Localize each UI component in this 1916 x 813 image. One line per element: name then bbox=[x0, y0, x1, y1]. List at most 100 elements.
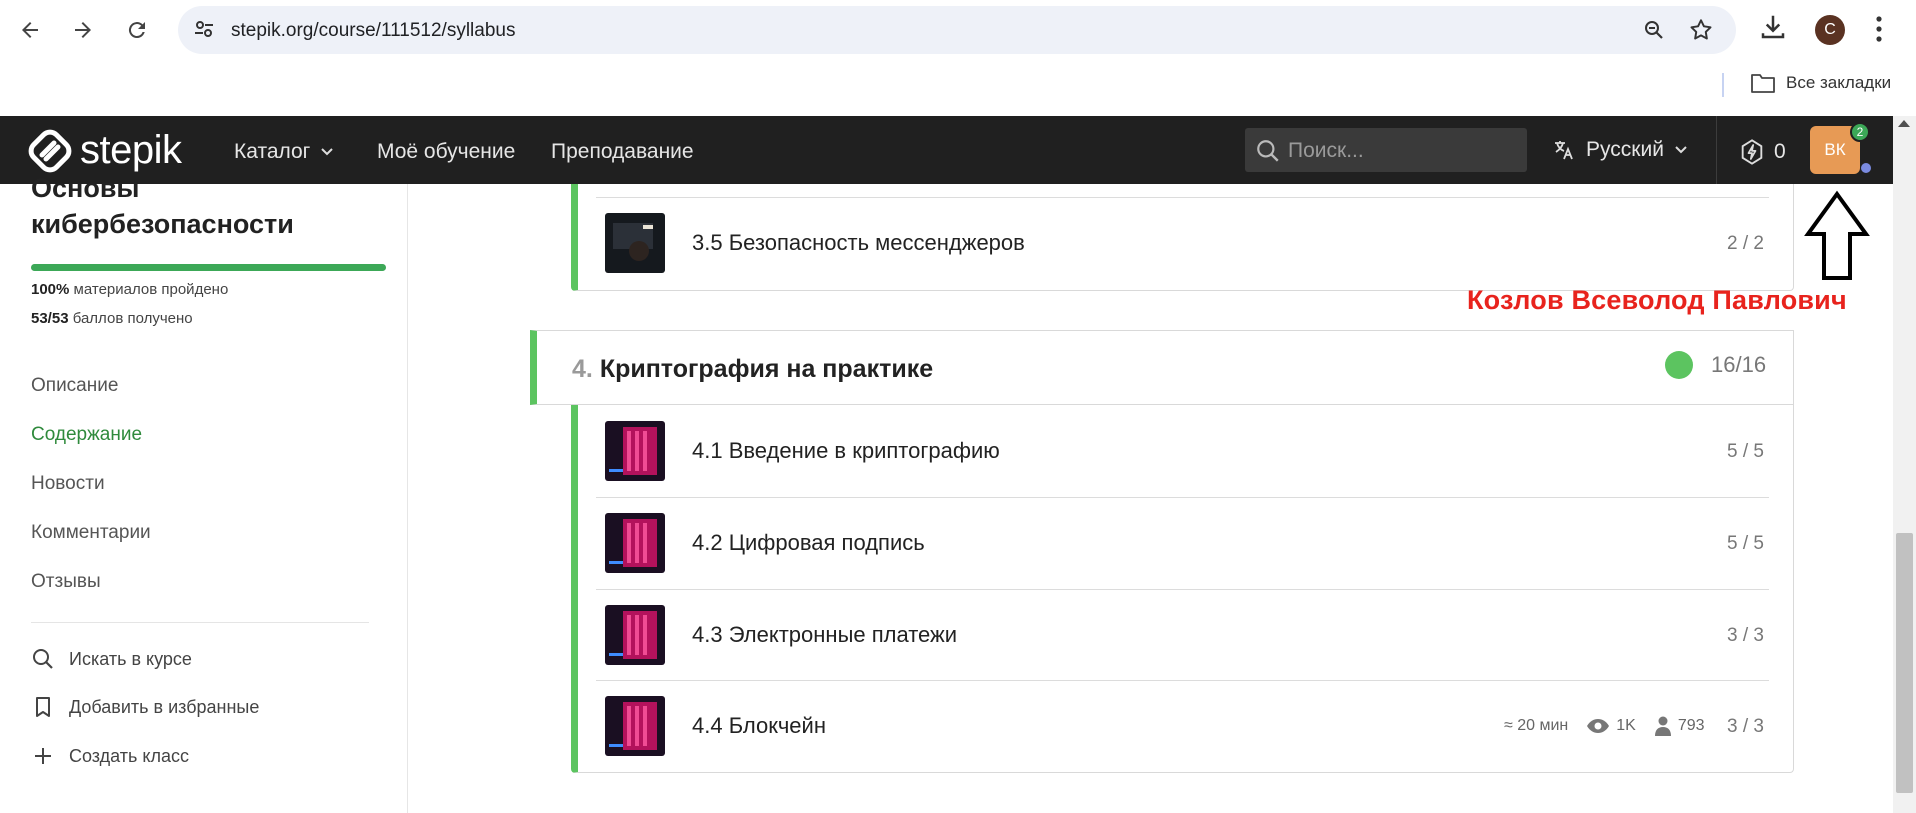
module-4-header[interactable]: 4. Криптография на практике 16/16 bbox=[530, 330, 1794, 405]
lesson-score: 5 / 5 bbox=[1727, 441, 1764, 462]
lesson-row[interactable]: 4.2 Цифровая подпись bbox=[605, 513, 925, 573]
eye-icon bbox=[1587, 719, 1610, 733]
course-progress-fill bbox=[31, 264, 386, 271]
scrollbar-thumb[interactable] bbox=[1896, 533, 1913, 793]
download-icon[interactable] bbox=[1758, 12, 1788, 47]
lesson-learners-count: 793 bbox=[1677, 717, 1705, 734]
search-placeholder: Поиск... bbox=[1288, 139, 1364, 162]
back-button[interactable] bbox=[10, 10, 50, 50]
teaching-link[interactable]: Преподавание bbox=[551, 140, 694, 164]
lesson-meta: ≈ 20 мин 1K 793 bbox=[1504, 716, 1705, 736]
lesson-title[interactable]: 4.3 Электронные платежи bbox=[692, 622, 957, 648]
browser-chrome: stepik.org/course/111512/syllabus С Все … bbox=[0, 0, 1916, 116]
course-title: Основы кибербезопасности bbox=[31, 173, 294, 239]
module-number: 4. bbox=[572, 355, 593, 383]
bookmark-icon bbox=[36, 697, 50, 717]
create-class-label: Создать класс bbox=[69, 745, 189, 766]
materials-text: материалов пройдено bbox=[73, 281, 229, 298]
search-icon bbox=[33, 649, 53, 669]
my-learning-link[interactable]: Моё обучение bbox=[377, 140, 515, 164]
materials-percent: 100% bbox=[31, 281, 70, 298]
lesson-row[interactable]: 4.4 Блокчейн bbox=[605, 696, 826, 756]
address-bar[interactable]: stepik.org/course/111512/syllabus bbox=[178, 6, 1736, 54]
sidebar-link-contents[interactable]: Содержание bbox=[31, 424, 142, 446]
forward-button[interactable] bbox=[63, 10, 103, 50]
row-separator bbox=[596, 197, 1769, 198]
browser-profile-avatar[interactable]: С bbox=[1815, 15, 1845, 45]
folder-icon bbox=[1751, 74, 1775, 93]
logo-text: stepik bbox=[80, 128, 182, 172]
bookmarks-separator bbox=[1722, 73, 1724, 97]
site-settings-icon[interactable] bbox=[192, 17, 216, 46]
reload-icon bbox=[128, 22, 145, 39]
points-text: баллов получено bbox=[72, 310, 193, 327]
header-separator bbox=[1716, 116, 1717, 184]
status-dot bbox=[1861, 163, 1871, 173]
add-to-favorites-button[interactable]: Добавить в избранные bbox=[31, 695, 259, 719]
language-label: Русский bbox=[1586, 138, 1664, 161]
create-class-button[interactable]: Создать класс bbox=[31, 744, 189, 768]
notifications-badge[interactable]: 2 bbox=[1850, 122, 1870, 142]
lesson-row[interactable]: 4.3 Электронные платежи bbox=[605, 605, 957, 665]
sidebar-link-reviews[interactable]: Отзывы bbox=[31, 571, 101, 593]
stepik-logo-icon bbox=[28, 129, 72, 172]
browser-menu-icon[interactable] bbox=[1874, 14, 1884, 49]
energy-count: 0 bbox=[1774, 140, 1786, 163]
search-in-course-label: Искать в курсе bbox=[69, 648, 192, 669]
search-input[interactable]: Поиск... bbox=[1245, 128, 1527, 172]
lightning-icon bbox=[1741, 139, 1763, 165]
lesson-views: 1K bbox=[1586, 717, 1636, 735]
sidebar-link-comments[interactable]: Комментарии bbox=[31, 522, 151, 544]
scroll-up-arrow-icon[interactable] bbox=[1898, 120, 1910, 127]
materials-stat: 100% материалов пройдено bbox=[31, 281, 228, 298]
stepik-logo[interactable]: stepik bbox=[28, 128, 182, 173]
reload-button[interactable] bbox=[117, 10, 157, 50]
lesson-row[interactable]: 4.1 Введение в криптографию bbox=[605, 421, 1000, 481]
annotation-name: Козлов Всеволод Павлович bbox=[1467, 285, 1847, 315]
lesson-title[interactable]: 3.5 Безопасность мессенджеров bbox=[692, 230, 1025, 256]
sidebar-link-description[interactable]: Описание bbox=[31, 375, 118, 397]
lesson-title[interactable]: 4.2 Цифровая подпись bbox=[692, 530, 925, 556]
lesson-thumbnail bbox=[605, 605, 665, 665]
module-complete-indicator bbox=[1665, 351, 1693, 379]
lesson-thumbnail bbox=[605, 421, 665, 481]
lesson-score: 3 / 3 bbox=[1727, 716, 1764, 737]
zoom-icon[interactable] bbox=[1642, 18, 1666, 47]
lesson-duration: ≈ 20 мин bbox=[1504, 717, 1569, 734]
chevron-down-icon bbox=[1675, 146, 1687, 154]
lesson-thumbnail bbox=[605, 513, 665, 573]
energy-button[interactable]: 0 bbox=[1738, 138, 1786, 166]
forward-arrow-icon bbox=[75, 22, 91, 38]
lesson-score: 3 / 3 bbox=[1727, 625, 1764, 646]
lesson-title[interactable]: 4.4 Блокчейн bbox=[692, 713, 826, 739]
catalog-menu[interactable]: Каталог bbox=[234, 140, 334, 164]
language-selector[interactable]: Русский bbox=[1552, 138, 1688, 162]
lesson-row[interactable]: 3.5 Безопасность мессенджеров bbox=[605, 213, 1025, 273]
bookmark-star-icon[interactable] bbox=[1688, 17, 1714, 48]
row-separator bbox=[596, 589, 1769, 590]
person-icon bbox=[1654, 716, 1671, 736]
translate-icon bbox=[1555, 141, 1573, 160]
sidebar-link-news[interactable]: Новости bbox=[31, 473, 105, 495]
points-value: 53/53 bbox=[31, 310, 69, 327]
row-separator bbox=[596, 497, 1769, 498]
module-title: 4. Криптография на практике bbox=[572, 355, 933, 384]
chevron-down-icon bbox=[321, 148, 334, 156]
add-to-favorites-label: Добавить в избранные bbox=[69, 696, 260, 717]
lesson-score: 2 / 2 bbox=[1727, 233, 1764, 254]
all-bookmarks-button[interactable]: Все закладки bbox=[1750, 72, 1891, 94]
plus-icon bbox=[35, 748, 51, 764]
back-arrow-icon bbox=[22, 22, 38, 38]
points-stat: 53/53 баллов получено bbox=[31, 310, 193, 327]
lesson-title[interactable]: 4.1 Введение в криптографию bbox=[692, 438, 1000, 464]
lesson-views-count: 1K bbox=[1616, 717, 1636, 734]
search-in-course-button[interactable]: Искать в курсе bbox=[31, 647, 192, 671]
all-bookmarks-label: Все закладки bbox=[1786, 73, 1892, 92]
url-text[interactable]: stepik.org/course/111512/syllabus bbox=[231, 20, 515, 42]
catalog-label: Каталог bbox=[234, 140, 311, 163]
lesson-learners: 793 bbox=[1654, 716, 1705, 736]
row-separator bbox=[596, 680, 1769, 681]
my-learning-label: Моё обучение bbox=[377, 140, 516, 163]
course-progress-bar bbox=[31, 264, 386, 271]
up-arrow-icon bbox=[1804, 190, 1870, 280]
